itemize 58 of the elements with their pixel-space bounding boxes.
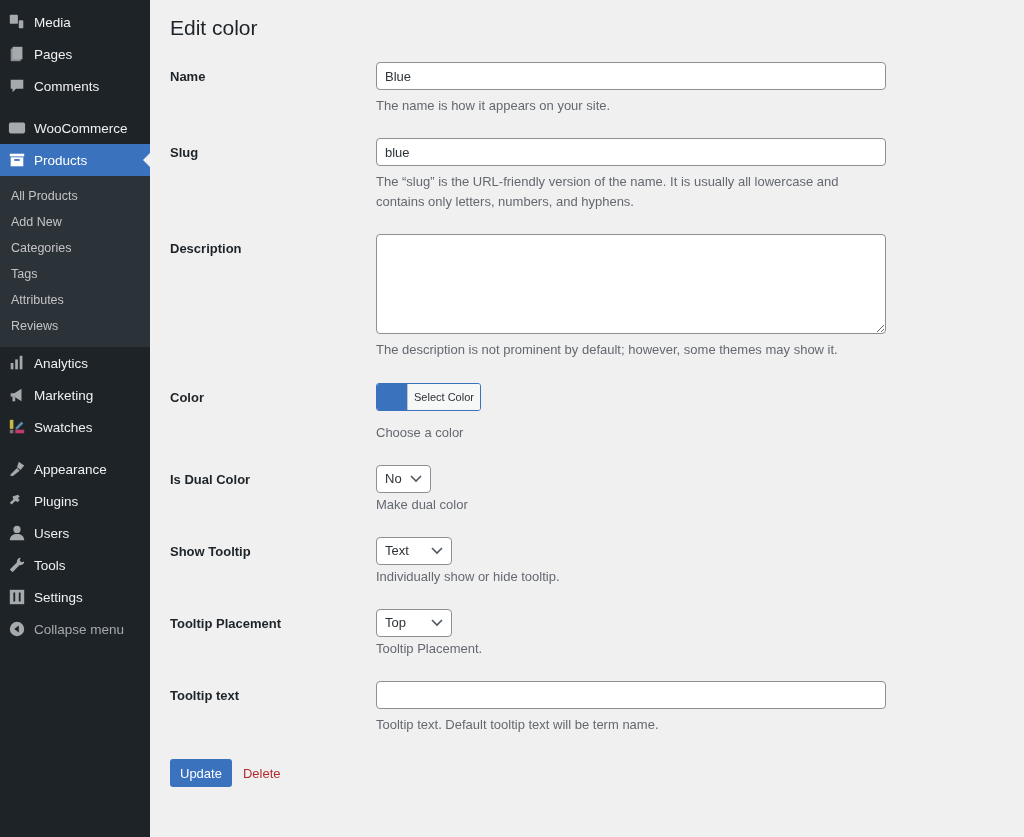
submenu-item[interactable]: Categories <box>0 235 150 261</box>
menu-item[interactable]: Appearance <box>0 453 150 485</box>
field-hint: The description is not prominent by default; however, some themes may show it. <box>376 341 839 360</box>
update-button[interactable]: Update <box>170 759 232 788</box>
select-dropdown[interactable]: No <box>376 464 431 493</box>
menu-icon <box>8 418 26 436</box>
text-field[interactable]: blue <box>376 138 886 167</box>
color-picker-button[interactable]: Select Color <box>376 382 481 411</box>
page-title: Edit color <box>170 16 258 40</box>
menu-icon <box>8 151 26 169</box>
menu-item[interactable]: WooCommerce <box>0 112 150 144</box>
caret-icon <box>431 619 443 627</box>
menu-item[interactable]: Marketing <box>0 379 150 411</box>
field-label: Color <box>170 388 205 407</box>
caret-icon <box>409 474 422 483</box>
submenu-item[interactable]: Tags <box>0 261 150 287</box>
field-hint: Individually show or hide tooltip. <box>376 567 561 586</box>
field-hint: Tooltip Placement. <box>376 640 484 658</box>
select-dropdown[interactable]: Text <box>376 536 452 565</box>
field-hint: Make dual color <box>376 495 469 514</box>
select-dropdown[interactable]: Top <box>376 609 452 637</box>
field-label: Slug <box>170 144 200 163</box>
submenu-item[interactable]: Attributes <box>0 287 150 313</box>
caret-icon <box>431 546 443 555</box>
text-field[interactable]: Blue <box>376 62 886 90</box>
menu-item[interactable]: Analytics <box>0 347 150 379</box>
submenu-item[interactable]: All Products <box>0 183 150 209</box>
menu-item[interactable]: Users <box>0 517 150 549</box>
field-label: Description <box>170 240 243 259</box>
field-hint: Choose a color <box>376 423 465 442</box>
field-label: Is Dual Color <box>170 470 252 489</box>
submenu-item[interactable]: Add New <box>0 209 150 235</box>
field-hint: The “slug” is the URL-friendly version of the name. It is usually all lowercase and contains only letters, numbers, and hyphens. <box>376 173 840 212</box>
field-label: Show Tooltip <box>170 542 252 561</box>
delete-link[interactable]: Delete <box>242 765 281 781</box>
menu-item[interactable]: Settings <box>0 581 150 613</box>
menu-item[interactable]: Tools <box>0 549 150 581</box>
menu-icon <box>8 620 26 638</box>
field-label: Tooltip text <box>170 687 241 706</box>
menu-item[interactable]: Collapse menu <box>0 613 150 645</box>
description-field[interactable] <box>376 234 886 335</box>
menu-icon <box>8 13 26 31</box>
menu-icon <box>8 556 26 574</box>
menu-item[interactable]: Plugins <box>0 485 150 517</box>
menu-item[interactable]: Media <box>0 6 150 38</box>
menu-item[interactable]: Pages <box>0 38 150 70</box>
field-hint: Tooltip text. Default tooltip text will be term name. <box>376 716 660 735</box>
menu-item[interactable]: Comments <box>0 70 150 102</box>
field-label: Name <box>170 68 207 86</box>
menu-item[interactable]: Products <box>0 144 150 176</box>
menu-icon <box>8 588 26 606</box>
field-label: Tooltip Placement <box>170 615 282 633</box>
text-field[interactable] <box>376 681 886 710</box>
submenu-item[interactable]: Reviews <box>0 313 150 339</box>
menu-item[interactable]: Swatches <box>0 411 150 443</box>
field-hint: The name is how it appears on your site. <box>376 97 612 115</box>
menu-icon <box>8 524 26 542</box>
menu-icon <box>8 460 26 478</box>
